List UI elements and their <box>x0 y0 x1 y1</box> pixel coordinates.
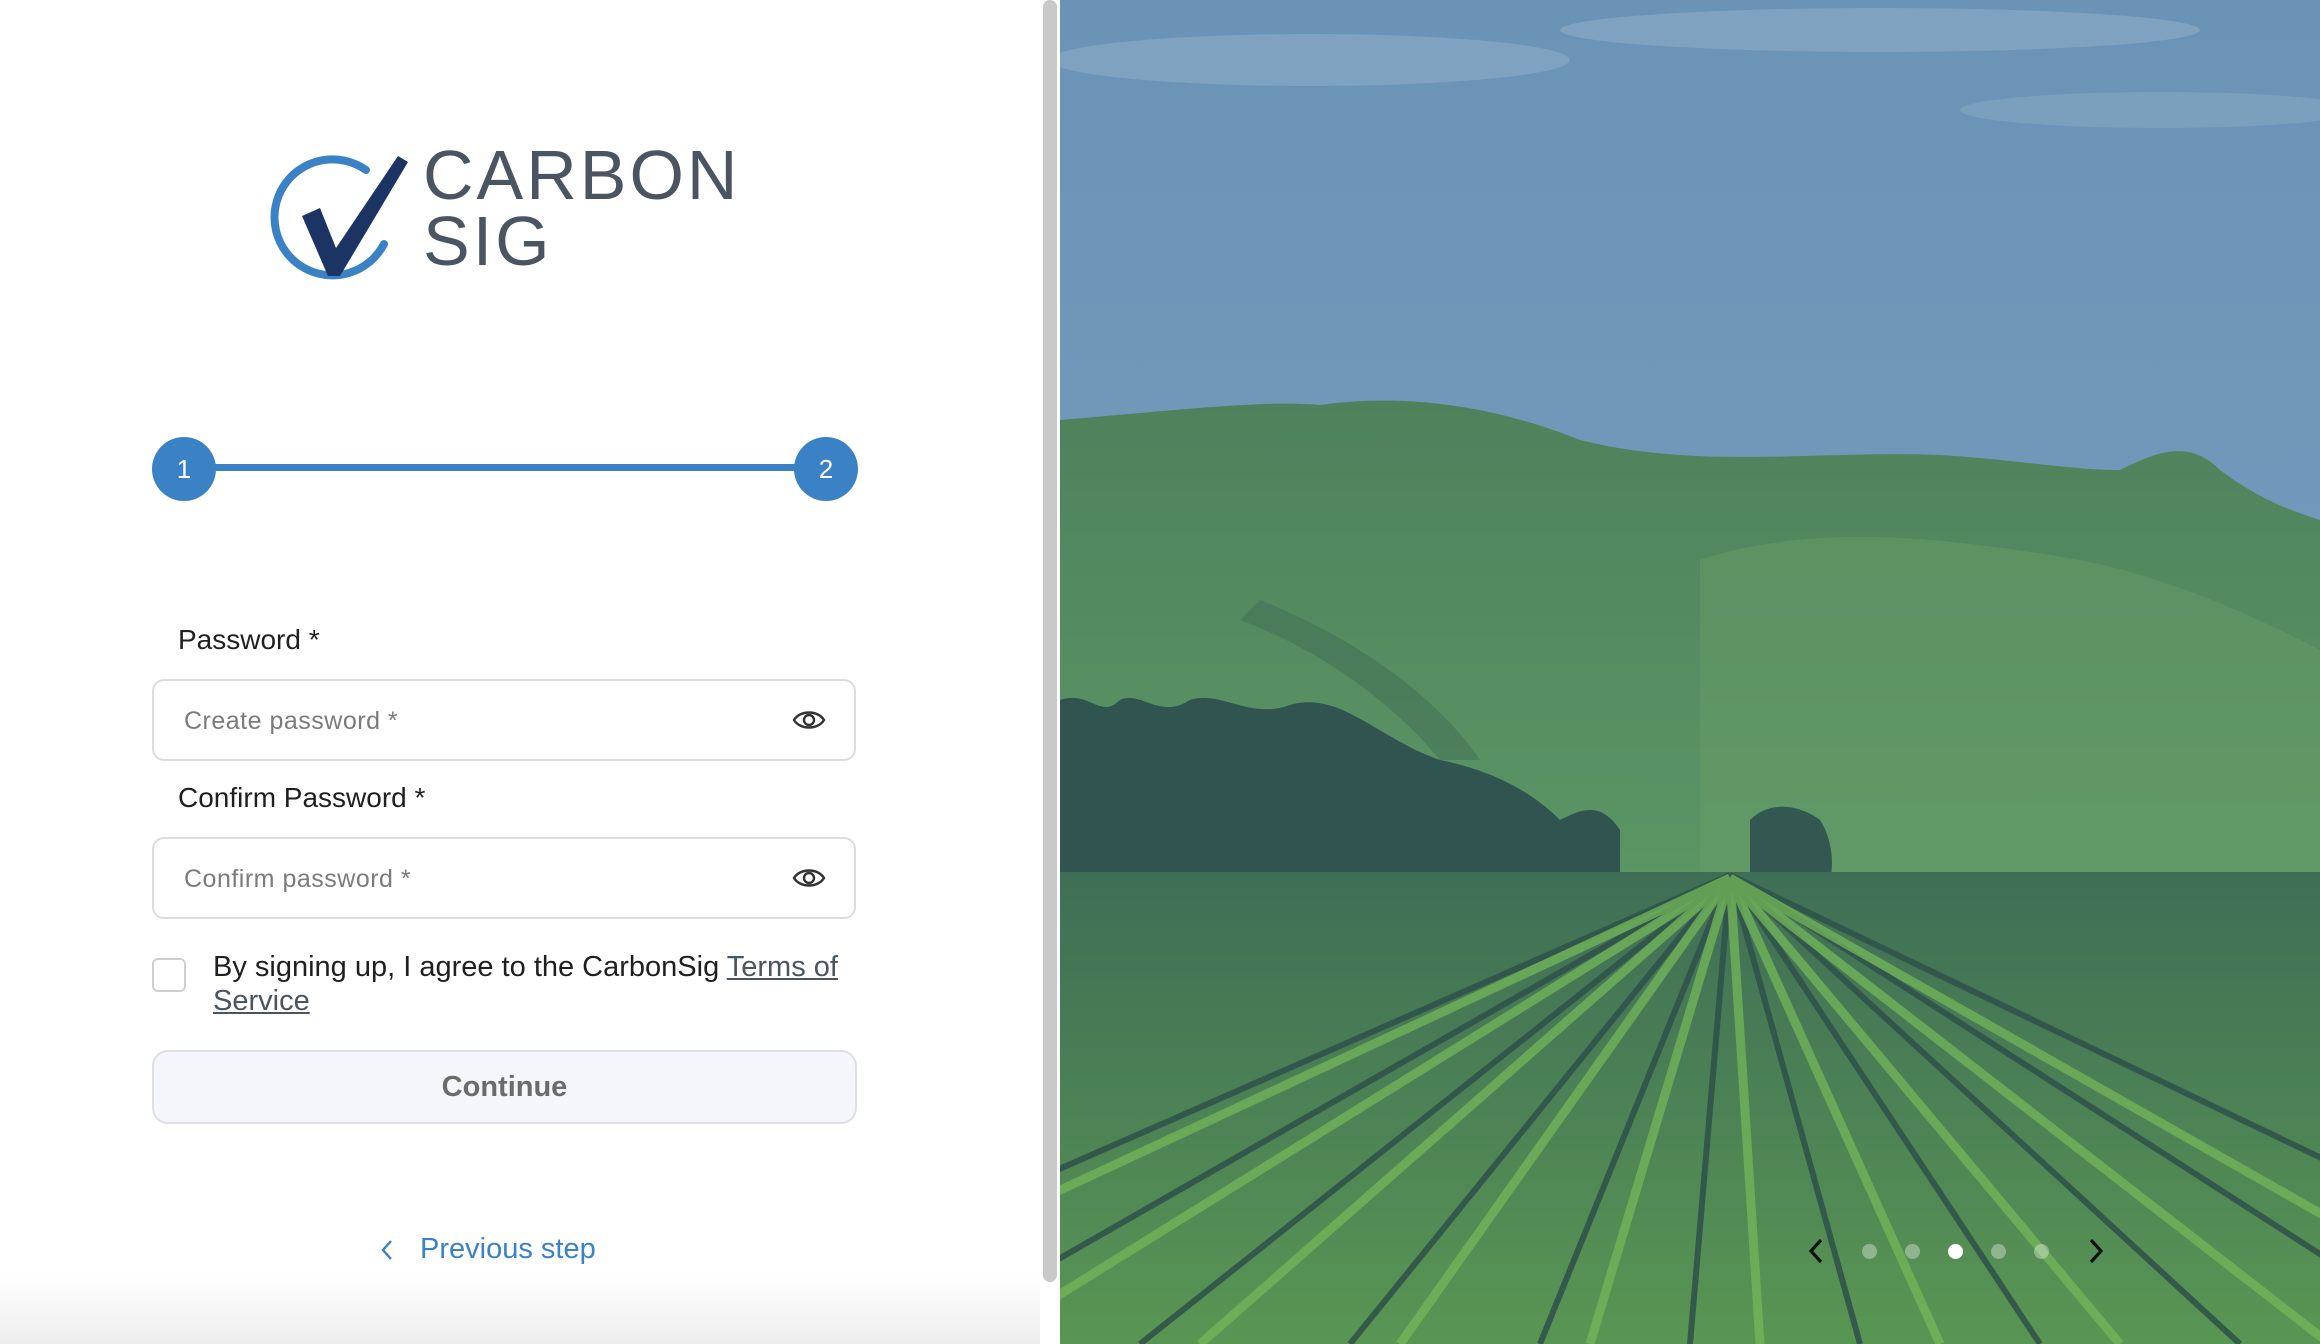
terms-prefix: By signing up, I agree to the CarbonSig <box>213 951 727 983</box>
carousel-prev-arrow[interactable] <box>1806 1236 1826 1266</box>
logo-text-line1: CARBON <box>423 136 741 214</box>
scrollbar[interactable] <box>1040 0 1060 1344</box>
confirm-password-label: Confirm Password * <box>178 782 426 813</box>
carousel-dot-1[interactable] <box>1862 1244 1877 1259</box>
carousel-dot-3-active[interactable] <box>1948 1244 1963 1259</box>
carousel-dot-5[interactable] <box>2034 1244 2049 1259</box>
vineyard-hero-image <box>1060 0 2320 1344</box>
carbonsig-logo: CARBON SIG <box>268 140 748 290</box>
signup-form-panel: CARBON SIG 1 2 Password * Confirm Passwo… <box>0 0 1040 1344</box>
carousel-dot-4[interactable] <box>1991 1244 2006 1259</box>
previous-step-link[interactable]: Previous step <box>380 1233 596 1266</box>
confirm-password-field-box <box>152 837 856 919</box>
eye-icon[interactable] <box>792 863 826 893</box>
vineyard-landscape-illustration <box>1060 0 2320 1344</box>
confirm-password-input[interactable] <box>182 839 786 919</box>
password-label: Password * <box>178 624 320 655</box>
continue-button[interactable]: Continue <box>152 1050 857 1124</box>
step-2-indicator: 2 <box>794 437 858 501</box>
terms-text: By signing up, I agree to the CarbonSig … <box>213 950 873 1018</box>
eye-icon[interactable] <box>792 705 826 735</box>
chevron-left-icon <box>381 1239 392 1260</box>
carousel-dot-2[interactable] <box>1905 1244 1920 1259</box>
terms-checkbox[interactable] <box>152 958 186 992</box>
scrollbar-thumb[interactable] <box>1043 0 1057 1282</box>
carousel-next-arrow[interactable] <box>2086 1236 2106 1266</box>
password-input[interactable] <box>182 681 786 761</box>
previous-step-label: Previous step <box>420 1233 596 1265</box>
step-1-indicator: 1 <box>152 437 216 501</box>
logo-text-line2: SIG <box>423 202 553 280</box>
stepper-progress-line <box>184 464 826 471</box>
password-field-box <box>152 679 856 761</box>
checkmark-logo-icon <box>270 155 408 280</box>
